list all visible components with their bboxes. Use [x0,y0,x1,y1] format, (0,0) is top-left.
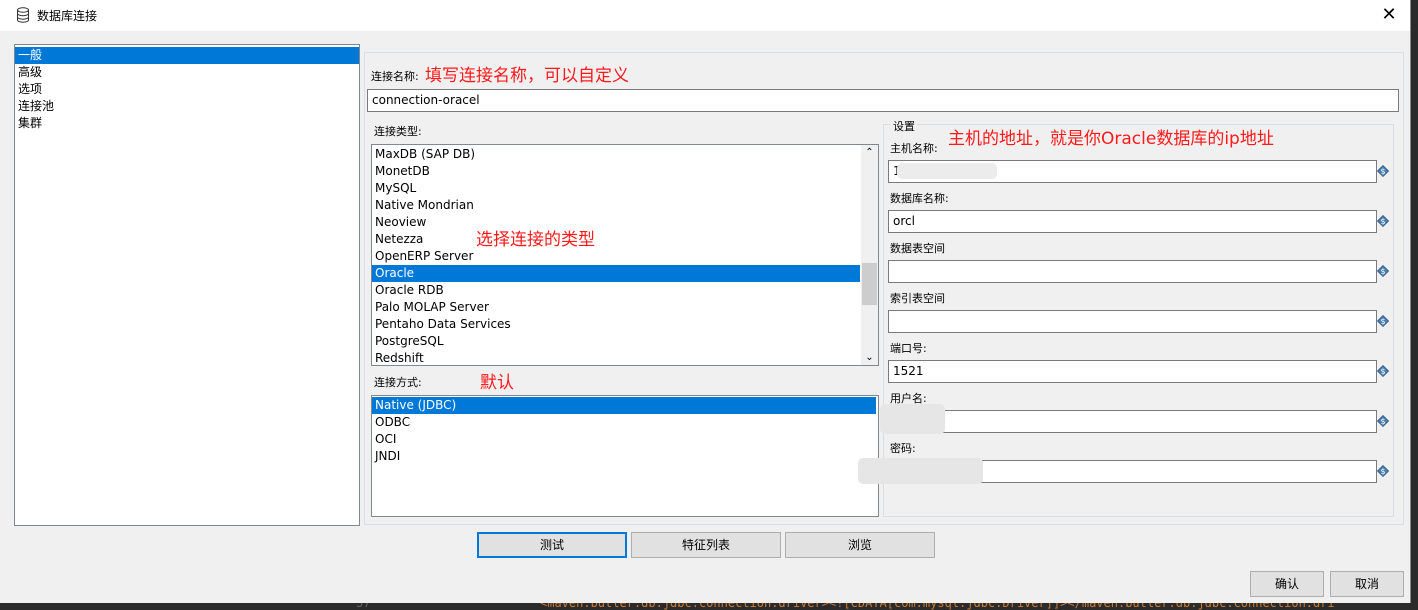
access-method-label: 连接方式: [374,376,422,389]
connection-type-item[interactable]: MySQL [372,180,860,197]
variable-icon[interactable]: $ [1377,415,1389,427]
username-input[interactable] [888,410,1377,433]
database-name-label: 数据库名称: [890,192,949,205]
connection-type-item[interactable]: Oracle RDB [372,282,860,299]
access-method-item[interactable]: JNDI [372,448,876,465]
connection-type-item[interactable]: MonetDB [372,163,860,180]
annotation-connection-name: 填写连接名称，可以自定义 [425,66,629,86]
database-connection-dialog: 数据库连接 ✕ 一般 高级 选项 连接池 集群 连接名称: 填写连接名称，可以自… [0,0,1411,603]
svg-text:$: $ [1380,167,1385,176]
variable-icon[interactable]: $ [1377,315,1389,327]
access-method-item[interactable]: OCI [372,431,876,448]
sidebar-list: 一般 高级 选项 连接池 集群 [14,44,360,526]
host-label: 主机名称: [890,142,938,155]
tablespace-input[interactable] [888,260,1377,283]
ok-button[interactable]: 确认 [1250,571,1324,597]
connection-type-item[interactable]: Oracle [372,265,860,282]
access-method-item[interactable]: Native (JDBC) [372,397,876,414]
connection-type-list: MaxDB (SAP DB) MonetDB MySQL Native Mondria… [371,144,879,366]
variable-icon[interactable]: $ [1377,465,1389,477]
password-redacted [858,458,983,484]
sidebar-item-pooling[interactable]: 连接池 [15,98,359,115]
variable-icon[interactable]: $ [1377,365,1389,377]
sidebar-item-cluster[interactable]: 集群 [15,115,359,132]
connection-name-input[interactable]: connection-oracel [367,89,1399,112]
connection-type-item[interactable]: Neoview [372,214,860,231]
svg-text:$: $ [1380,267,1385,276]
variable-icon[interactable]: $ [1377,215,1389,227]
port-input[interactable]: 1521 [888,360,1377,383]
settings-title: 设置 [891,118,917,134]
connection-type-item[interactable]: Pentaho Data Services [372,316,860,333]
connection-type-item[interactable]: Native Mondrian [372,197,860,214]
sidebar-item-options[interactable]: 选项 [15,81,359,98]
test-button[interactable]: 测试 [477,532,627,558]
access-method-item[interactable]: ODBC [372,414,876,431]
svg-text:$: $ [1380,317,1385,326]
close-button[interactable]: ✕ [1376,3,1402,27]
explore-button[interactable]: 浏览 [785,532,935,558]
connection-name-label: 连接名称: [371,70,419,83]
feature-list-button[interactable]: 特征列表 [631,532,781,558]
title-bar: 数据库连接 ✕ [0,0,1410,31]
annotation-access-method: 默认 [480,373,514,393]
cancel-button[interactable]: 取消 [1330,571,1404,597]
access-method-list: Native (JDBC) ODBC OCI JNDI [371,395,879,517]
connection-type-item[interactable]: PostgreSQL [372,333,860,350]
connection-type-item[interactable]: Redshift [372,350,860,365]
svg-text:$: $ [1380,417,1385,426]
connection-type-item[interactable]: Palo MOLAP Server [372,299,860,316]
port-label: 端口号: [890,342,927,355]
annotation-connection-type: 选择连接的类型 [476,230,595,250]
username-redacted [880,404,945,434]
dialog-title: 数据库连接 [37,9,98,23]
scroll-down-icon[interactable]: ⌄ [861,352,878,363]
svg-text:$: $ [1380,217,1385,226]
password-label: 密码: [890,442,916,455]
sidebar-item-general[interactable]: 一般 [15,47,359,64]
annotation-host: 主机的地址，就是你Oracle数据库的ip地址 [948,129,1274,149]
scrollbar-thumb[interactable] [862,263,877,305]
svg-text:$: $ [1380,467,1385,476]
database-name-input[interactable]: orcl [888,210,1377,233]
connection-type-item[interactable]: OpenERP Server [372,248,860,265]
scroll-up-icon[interactable]: ⌃ [861,147,878,158]
connection-type-scrollbar[interactable]: ⌃ ⌄ [861,145,878,365]
connection-type-item[interactable]: Netezza [372,231,860,248]
index-tablespace-label: 索引表空间 [890,292,945,305]
connection-type-label: 连接类型: [374,125,422,138]
tablespace-label: 数据表空间 [890,242,945,255]
index-tablespace-input[interactable] [888,310,1377,333]
variable-icon[interactable]: $ [1377,265,1389,277]
database-icon [17,7,29,23]
connection-type-item[interactable]: MaxDB (SAP DB) [372,146,860,163]
svg-text:$: $ [1380,367,1385,376]
variable-icon[interactable]: $ [1377,165,1389,177]
host-redacted [897,163,997,179]
sidebar-item-advanced[interactable]: 高级 [15,64,359,81]
